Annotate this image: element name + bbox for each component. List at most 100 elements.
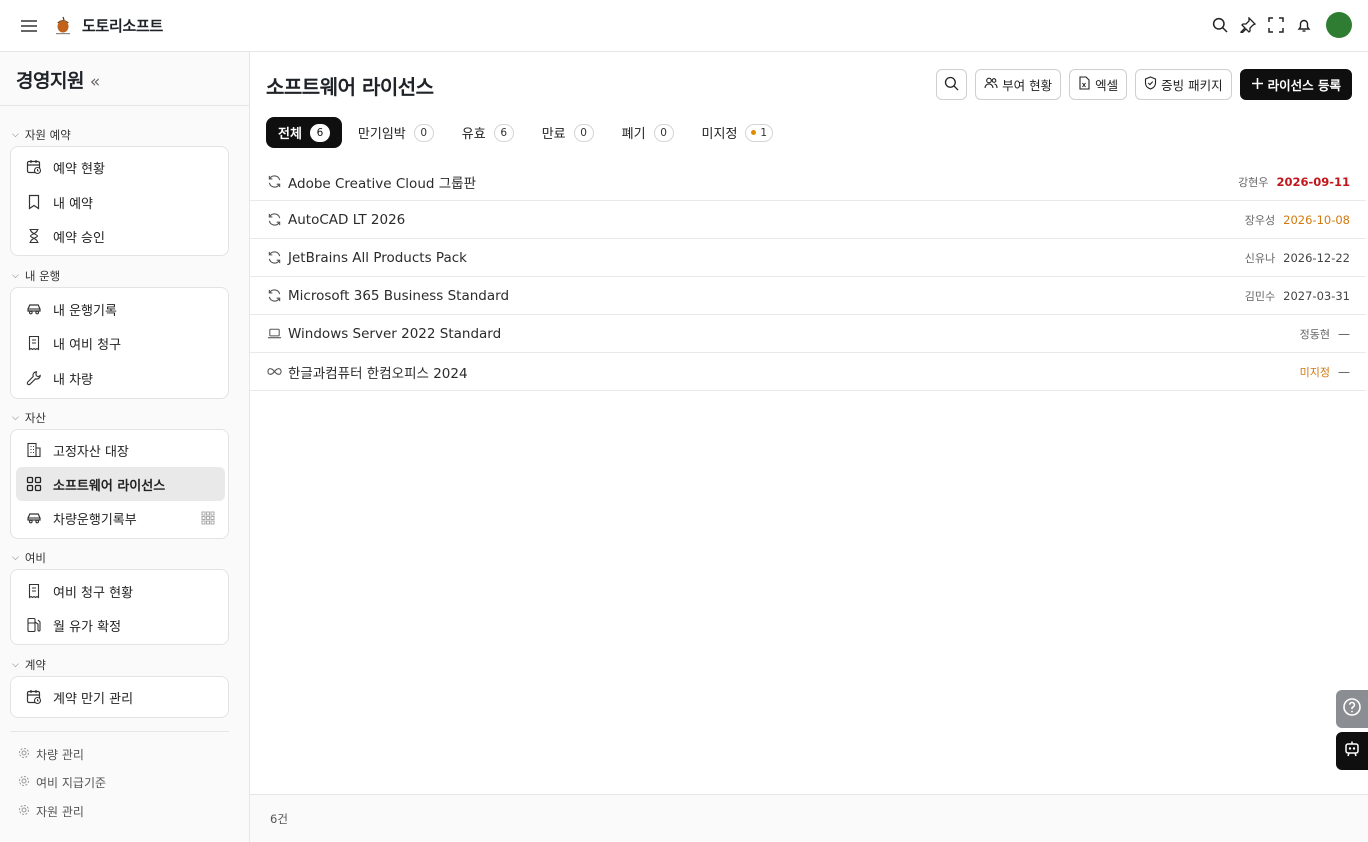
table-row[interactable]: Microsoft 365 Business Standard 김민수 2027-… [250,277,1366,315]
main-content: 소프트웨어 라이선스 부여 현황 엑셀 증빙 패키지 라이선스 등록 전체 6 … [250,52,1368,842]
license-expiry-date: 2027-03-31 [1283,289,1350,303]
sidebar-item-fixed-assets[interactable]: 고정자산 대장 [16,433,225,467]
sidebar-footer-travel-standard[interactable]: 여비 지급기준 [18,774,106,791]
sidebar-item-label: 예약 현황 [53,161,105,177]
question-icon [1342,697,1362,721]
license-expiry-date: — [1338,327,1350,341]
hamburger-menu-icon[interactable] [18,15,40,37]
page-title: 소프트웨어 라이선스 [266,75,434,99]
sidebar-item-label: 내 차량 [53,372,94,388]
footer-link-label: 여비 지급기준 [36,776,107,790]
license-owner: 김민수 [1244,290,1276,303]
tab-count-badge: 1 [745,123,774,142]
fuel-icon [26,617,42,633]
table-row[interactable]: AutoCAD LT 2026 장우성 2026-10-08 [250,201,1366,239]
section-reservation[interactable]: ⌵ 자원 예약 [12,127,71,143]
sidebar-footer-resource-admin[interactable]: 자원 관리 [18,803,84,820]
table-row[interactable]: JetBrains All Products Pack 신유나 2026-12-2… [250,239,1366,277]
register-license-button[interactable]: 라이선스 등록 [1239,69,1352,100]
tab-count-badge: 6 [309,123,330,142]
table-row[interactable]: 한글과컴퓨터 한컴오피스 2024 미지정 — [250,353,1366,391]
chevron-down-icon: ⌵ [12,413,19,423]
section-card: 계약 만기 관리 [10,676,229,718]
subscription-refresh-icon [266,212,282,228]
chevron-down-icon: ⌵ [12,660,19,670]
license-name: AutoCAD LT 2026 [288,211,406,228]
car-icon [26,510,42,526]
chevron-down-icon: ⌵ [12,271,19,281]
tab-unassigned[interactable]: 미지정 1 [690,117,786,148]
excel-file-icon [1078,76,1091,93]
hourglass-icon [26,228,42,244]
collapse-sidebar-icon[interactable]: « [90,72,100,92]
receipt-icon [26,583,42,599]
sidebar-item-contract-expiry[interactable]: 계약 만기 관리 [16,680,225,714]
table-row[interactable]: Adobe Creative Cloud 그룹판 강현우 2026-09-11 [250,163,1366,201]
gear-icon [18,775,30,790]
sidebar-item-my-travel-claim[interactable]: 내 여비 청구 [16,326,225,360]
tab-disposed[interactable]: 폐기 0 [610,117,686,148]
section-my-driving[interactable]: ⌵ 내 운행 [12,268,60,284]
section-label: 내 운행 [24,269,61,283]
sidebar-title-text: 경영지원 [16,70,84,92]
section-label: 자산 [24,411,46,425]
section-label: 계약 [24,658,46,672]
tab-expired[interactable]: 만료 0 [530,117,606,148]
search-icon[interactable] [1210,12,1230,38]
sidebar-footer-vehicle-admin[interactable]: 차량 관리 [18,746,84,763]
brand-name[interactable]: 도토리소프트 [82,15,163,36]
subscription-refresh-icon [266,288,282,304]
gear-icon [18,747,30,762]
sidebar-item-reservation-status[interactable]: 예약 현황 [16,150,225,184]
table-row[interactable]: Windows Server 2022 Standard 정동현 — [250,315,1366,353]
section-card: 내 운행기록 내 여비 청구 내 차량 [10,287,229,399]
assign-status-button[interactable]: 부여 현황 [975,69,1062,100]
sidebar-item-label: 여비 청구 현황 [53,585,134,601]
tab-all[interactable]: 전체 6 [266,117,342,148]
section-travel[interactable]: ⌵ 여비 [12,550,46,566]
assistant-bot-button[interactable] [1336,732,1368,770]
fullscreen-icon[interactable] [1266,12,1286,38]
tab-label: 미지정 [701,127,738,142]
sidebar-item-monthly-fuel-price[interactable]: 월 유가 확정 [16,608,225,642]
sidebar-item-label: 내 운행기록 [53,303,117,319]
pin-icon[interactable] [1238,12,1258,38]
section-card: 예약 현황 내 예약 예약 승인 [10,146,229,256]
tab-valid[interactable]: 유효 6 [450,117,526,148]
bell-icon[interactable] [1294,12,1314,38]
sidebar-item-reservation-approval[interactable]: 예약 승인 [16,219,225,253]
chevron-down-icon: ⌵ [12,130,19,140]
building-icon [26,442,42,458]
tab-expiring-soon[interactable]: 만기임박 0 [346,117,446,148]
sidebar-item-my-vehicle[interactable]: 내 차량 [16,361,225,395]
drag-handle-icon[interactable] [201,511,215,529]
shield-check-icon [1144,76,1157,93]
plus-icon [1251,77,1264,93]
list-footer: 6건 [250,794,1368,842]
tab-label: 만기임박 [357,127,406,142]
section-assets[interactable]: ⌵ 자산 [12,410,46,426]
sidebar-item-travel-claim-status[interactable]: 여비 청구 현황 [16,574,225,608]
top-bar: 도토리소프트 [0,0,1368,52]
wrench-icon [26,370,42,386]
divider [0,105,249,106]
warning-dot-icon [751,130,757,135]
evidence-package-button[interactable]: 증빙 패키지 [1135,69,1232,100]
sidebar-item-my-driving-log[interactable]: 내 운행기록 [16,292,225,326]
sidebar-title: 경영지원 « [16,66,100,93]
avatar[interactable] [1326,12,1352,38]
excel-button[interactable]: 엑셀 [1069,69,1128,100]
tab-label: 유효 [461,127,486,142]
sidebar-item-software-license[interactable]: 소프트웨어 라이선스 [16,467,225,501]
sidebar-item-my-reservation[interactable]: 내 예약 [16,185,225,219]
help-button[interactable] [1336,690,1368,728]
license-list: Adobe Creative Cloud 그룹판 강현우 2026-09-11 A… [250,163,1366,391]
search-button[interactable] [936,69,968,100]
license-expiry-date: — [1338,365,1350,379]
tab-label: 폐기 [621,127,646,142]
section-contract[interactable]: ⌵ 계약 [12,657,46,673]
button-label: 라이선스 등록 [1267,78,1341,93]
sidebar-item-label: 내 예약 [53,196,94,212]
sidebar-item-vehicle-log-book[interactable]: 차량운행기록부 [16,501,225,535]
tab-label: 만료 [541,127,566,142]
